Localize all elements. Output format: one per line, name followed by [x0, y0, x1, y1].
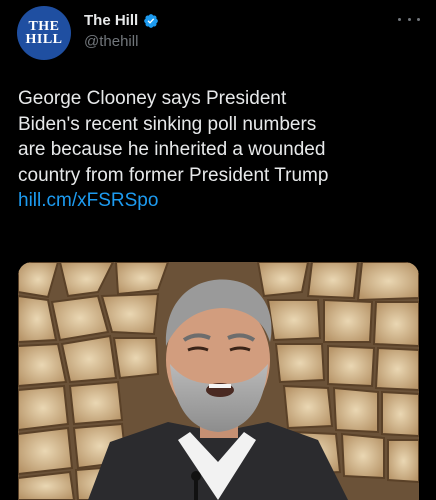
- verified-badge-icon: [144, 13, 159, 28]
- avatar[interactable]: THE HILL: [17, 6, 71, 60]
- author-name-row[interactable]: The Hill: [84, 12, 159, 29]
- avatar-text-line1: THE: [28, 18, 60, 34]
- tweet-text-line: George Clooney says President: [18, 88, 287, 109]
- tweet-text: George Clooney says President Biden's re…: [18, 86, 426, 214]
- tweet-text-line: country from former President Trump: [18, 164, 329, 186]
- photo-image: [18, 262, 419, 500]
- tweet-photo[interactable]: [18, 262, 419, 500]
- tweet-link[interactable]: hill.cm/xFSRSpo: [18, 188, 158, 214]
- display-name[interactable]: The Hill: [84, 12, 138, 29]
- tweet-text-line: are because he inherited a wounded: [18, 139, 326, 160]
- author-handle[interactable]: @thehill: [84, 33, 138, 50]
- more-options-icon[interactable]: [398, 12, 420, 26]
- tweet[interactable]: THE HILL The Hill @thehill George Cloone…: [0, 0, 436, 500]
- tweet-text-line: Biden's recent sinking poll numbers: [18, 113, 317, 135]
- avatar-text-line2: HILL: [25, 32, 63, 47]
